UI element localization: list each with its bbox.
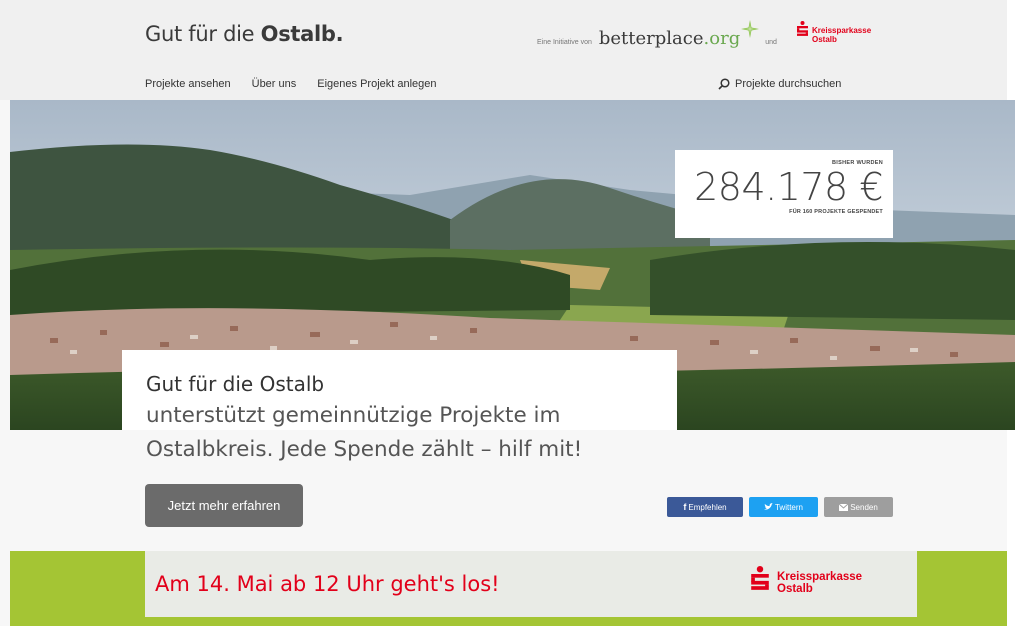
counter-bottom-label: FÜR 160 PROJEKTE GESPENDET — [789, 209, 883, 215]
donation-counter: BISHER WURDEN 284.178 € FÜR 160 PROJEKTE… — [675, 150, 893, 238]
search-label: Projekte durchsuchen — [735, 78, 842, 90]
search-icon — [718, 78, 730, 90]
betterplace-logo[interactable]: betterplace.org — [599, 28, 740, 49]
intro-title: Gut für die Ostalb — [146, 372, 325, 396]
site-header: Gut für die Ostalb. Eine Initiative von … — [0, 0, 1007, 100]
logo-bold: Ostalb. — [260, 22, 344, 46]
initiative-credit: Eine Initiative von betterplace.org und — [537, 20, 784, 49]
mail-share-label: Senden — [850, 502, 878, 512]
main-nav: Projekte ansehen Über uns Eigenes Projek… — [145, 78, 458, 90]
sparkasse-logo-icon — [797, 21, 808, 36]
twitter-share-button[interactable]: Twittern — [749, 497, 818, 517]
learn-more-button[interactable]: Jetzt mehr erfahren — [145, 484, 303, 527]
intro-text-line1: unterstützt gemeinnützige Projekte im — [146, 403, 561, 428]
nav-ueber-uns[interactable]: Über uns — [252, 78, 297, 90]
facebook-icon: f — [683, 502, 687, 512]
sparkasse-name-line2: Ostalb — [812, 35, 837, 44]
site-logo[interactable]: Gut für die Ostalb. — [145, 22, 344, 46]
counter-amount: 284.178 € — [694, 165, 883, 209]
search-link[interactable]: Projekte durchsuchen — [718, 78, 841, 90]
sparkasse-name-line1: Kreissparkasse — [812, 26, 872, 35]
mail-share-button[interactable]: Senden — [824, 497, 893, 517]
sparkasse-banner-line2: Ostalb — [777, 583, 813, 595]
launch-text: Am 14. Mai ab 12 Uhr geht's los! — [155, 572, 500, 596]
betterplace-main: betterplace — [598, 28, 704, 49]
und-text: und — [765, 39, 777, 46]
betterplace-tld: .org — [703, 28, 741, 49]
kreissparkasse-header-logo[interactable]: Kreissparkasse Ostalb — [797, 21, 871, 44]
nav-projekte-ansehen[interactable]: Projekte ansehen — [145, 78, 231, 90]
intro-text-line2: Ostalbkreis. Jede Spende zählt – hilf mi… — [146, 437, 583, 462]
sparkasse-banner-line1: Kreissparkasse — [777, 571, 863, 583]
sparkasse-logo-icon — [751, 566, 769, 590]
twitter-share-label: Twittern — [774, 502, 803, 512]
facebook-share-label: Empfehlen — [688, 502, 727, 512]
sparkasse-name: Kreissparkasse Ostalb — [812, 26, 871, 44]
initiative-prefix: Eine Initiative von — [537, 39, 592, 46]
sparkasse-banner-name: Kreissparkasse Ostalb — [777, 571, 862, 595]
logo-prefix: Gut für die — [145, 22, 261, 46]
twitter-icon — [763, 503, 773, 510]
mail-icon — [839, 503, 849, 511]
betterplace-star-icon — [741, 20, 760, 38]
kreissparkasse-banner-logo[interactable]: Kreissparkasse Ostalb — [751, 566, 862, 595]
facebook-share-button[interactable]: f Empfehlen — [667, 497, 743, 517]
nav-eigenes-projekt[interactable]: Eigenes Projekt anlegen — [317, 78, 436, 90]
